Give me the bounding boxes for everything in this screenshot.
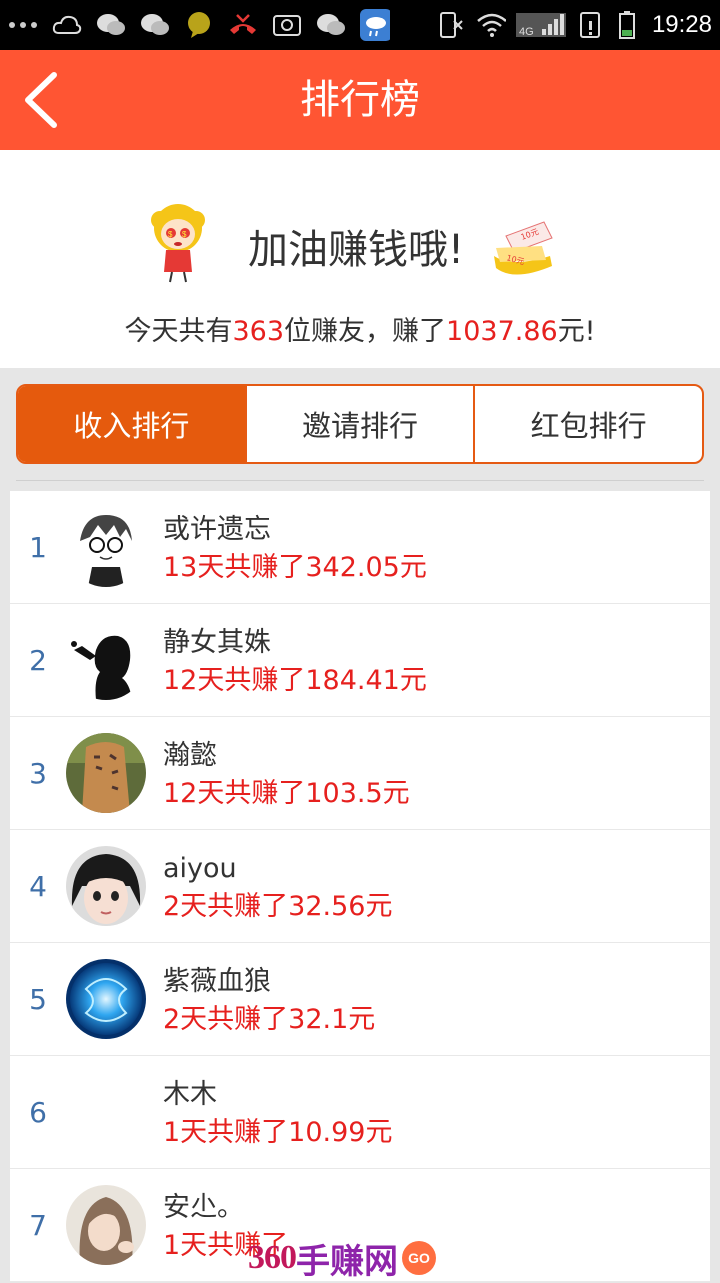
back-button[interactable] [18, 72, 68, 128]
user-name: 静女其姝 [163, 627, 271, 658]
rank-number: 6 [29, 1096, 47, 1129]
user-name: 安尐。 [163, 1192, 244, 1223]
wifi-icon [476, 11, 506, 39]
ranking-tabs: 收入排行 邀请排行 红包排行 [16, 384, 704, 464]
user-earnings: 12天共赚了103.5元 [163, 778, 410, 809]
silent-icon [436, 11, 466, 39]
avatar [66, 1185, 146, 1265]
watermark-number: 360 [248, 1239, 297, 1276]
weather-icon [360, 9, 390, 41]
watermark-logo: 360 手赚网 GO [248, 1236, 436, 1281]
today-summary: 今天共有363位赚友，赚了1037.86元! [0, 312, 720, 352]
summary-suffix: 元! [557, 316, 596, 347]
rank-number: 7 [29, 1209, 47, 1242]
network-type-label: 4G [519, 26, 534, 38]
mascot-girl-icon: $ $ [151, 204, 205, 283]
chat-bubble-icon [184, 11, 214, 39]
list-item[interactable]: 4 aiyou 2天共赚了32.56元 [10, 830, 710, 943]
list-item[interactable]: 3 瀚懿 12天共赚了103.5元 [10, 717, 710, 830]
tab-invite-ranking[interactable]: 邀请排行 [244, 386, 474, 462]
title-bar: 排行榜 [0, 50, 720, 150]
user-earnings: 13天共赚了342.05元 [163, 552, 427, 583]
sim-alert-icon [576, 11, 606, 39]
missed-call-icon [228, 11, 258, 39]
ranking-list: 1 或许遗忘 13天共赚了342.05元 2 静女其姝 12天共赚了184.41… [10, 491, 710, 1282]
user-earnings: 2天共赚了32.1元 [163, 1004, 376, 1035]
summary-card: $ $ 加油赚钱哦! 10元 10元 今天共有363位赚友，赚了1037.86元… [0, 150, 720, 368]
avatar [66, 1072, 146, 1152]
summary-prefix: 今天共有 [124, 316, 233, 347]
user-earnings: 1天共赚了10.99元 [163, 1117, 393, 1148]
user-name: aiyou [163, 853, 237, 884]
watermark-text: 手赚网 [296, 1243, 398, 1281]
rank-number: 4 [29, 870, 47, 903]
avatar [66, 733, 146, 813]
divider [16, 480, 704, 481]
more-dots-icon [8, 11, 38, 39]
clock: 19:28 [651, 11, 712, 38]
user-name: 或许遗忘 [163, 514, 271, 545]
battery-icon [616, 11, 638, 39]
rank-number: 1 [29, 531, 47, 564]
screenshot-icon [272, 11, 302, 39]
user-count: 363 [232, 316, 285, 347]
cloud-icon [52, 11, 82, 39]
signal-icon: 4G [515, 11, 566, 39]
coupon-icon: 10元 10元 [494, 221, 553, 275]
go-badge-icon: GO [402, 1241, 436, 1275]
status-bar: 4G 19:28 [0, 0, 720, 50]
user-name: 瀚懿 [163, 740, 217, 771]
avatar [66, 620, 146, 700]
list-item[interactable]: 5 紫薇血狼 2天共赚了32.1元 [10, 943, 710, 1056]
tab-redpacket-ranking[interactable]: 红包排行 [473, 386, 702, 462]
summary-mid: 位赚友，赚了 [284, 316, 447, 347]
rank-number: 2 [29, 644, 47, 677]
wechat-icon [140, 11, 170, 39]
rank-number: 5 [29, 983, 47, 1016]
tab-income-ranking[interactable]: 收入排行 [18, 386, 245, 462]
list-item[interactable]: 1 或许遗忘 13天共赚了342.05元 [10, 491, 710, 604]
wechat-icon [316, 11, 346, 39]
avatar [66, 959, 146, 1039]
total-amount: 1037.86 [446, 316, 558, 347]
list-item[interactable]: 2 静女其姝 12天共赚了184.41元 [10, 604, 710, 717]
wechat-icon [96, 11, 126, 39]
avatar [66, 846, 146, 926]
page-title: 排行榜 [300, 77, 420, 123]
user-name: 木木 [163, 1079, 217, 1110]
chevron-left-icon [25, 72, 57, 128]
user-earnings: 12天共赚了184.41元 [163, 665, 427, 696]
slogan-text: 加油赚钱哦! [248, 227, 465, 273]
user-name: 紫薇血狼 [163, 966, 271, 997]
svg-text:$: $ [182, 230, 187, 239]
list-item[interactable]: 6 木木 1天共赚了10.99元 [10, 1056, 710, 1169]
avatar [66, 507, 146, 587]
user-earnings: 2天共赚了32.56元 [163, 891, 393, 922]
rank-number: 3 [29, 757, 47, 790]
svg-text:$: $ [168, 230, 173, 239]
